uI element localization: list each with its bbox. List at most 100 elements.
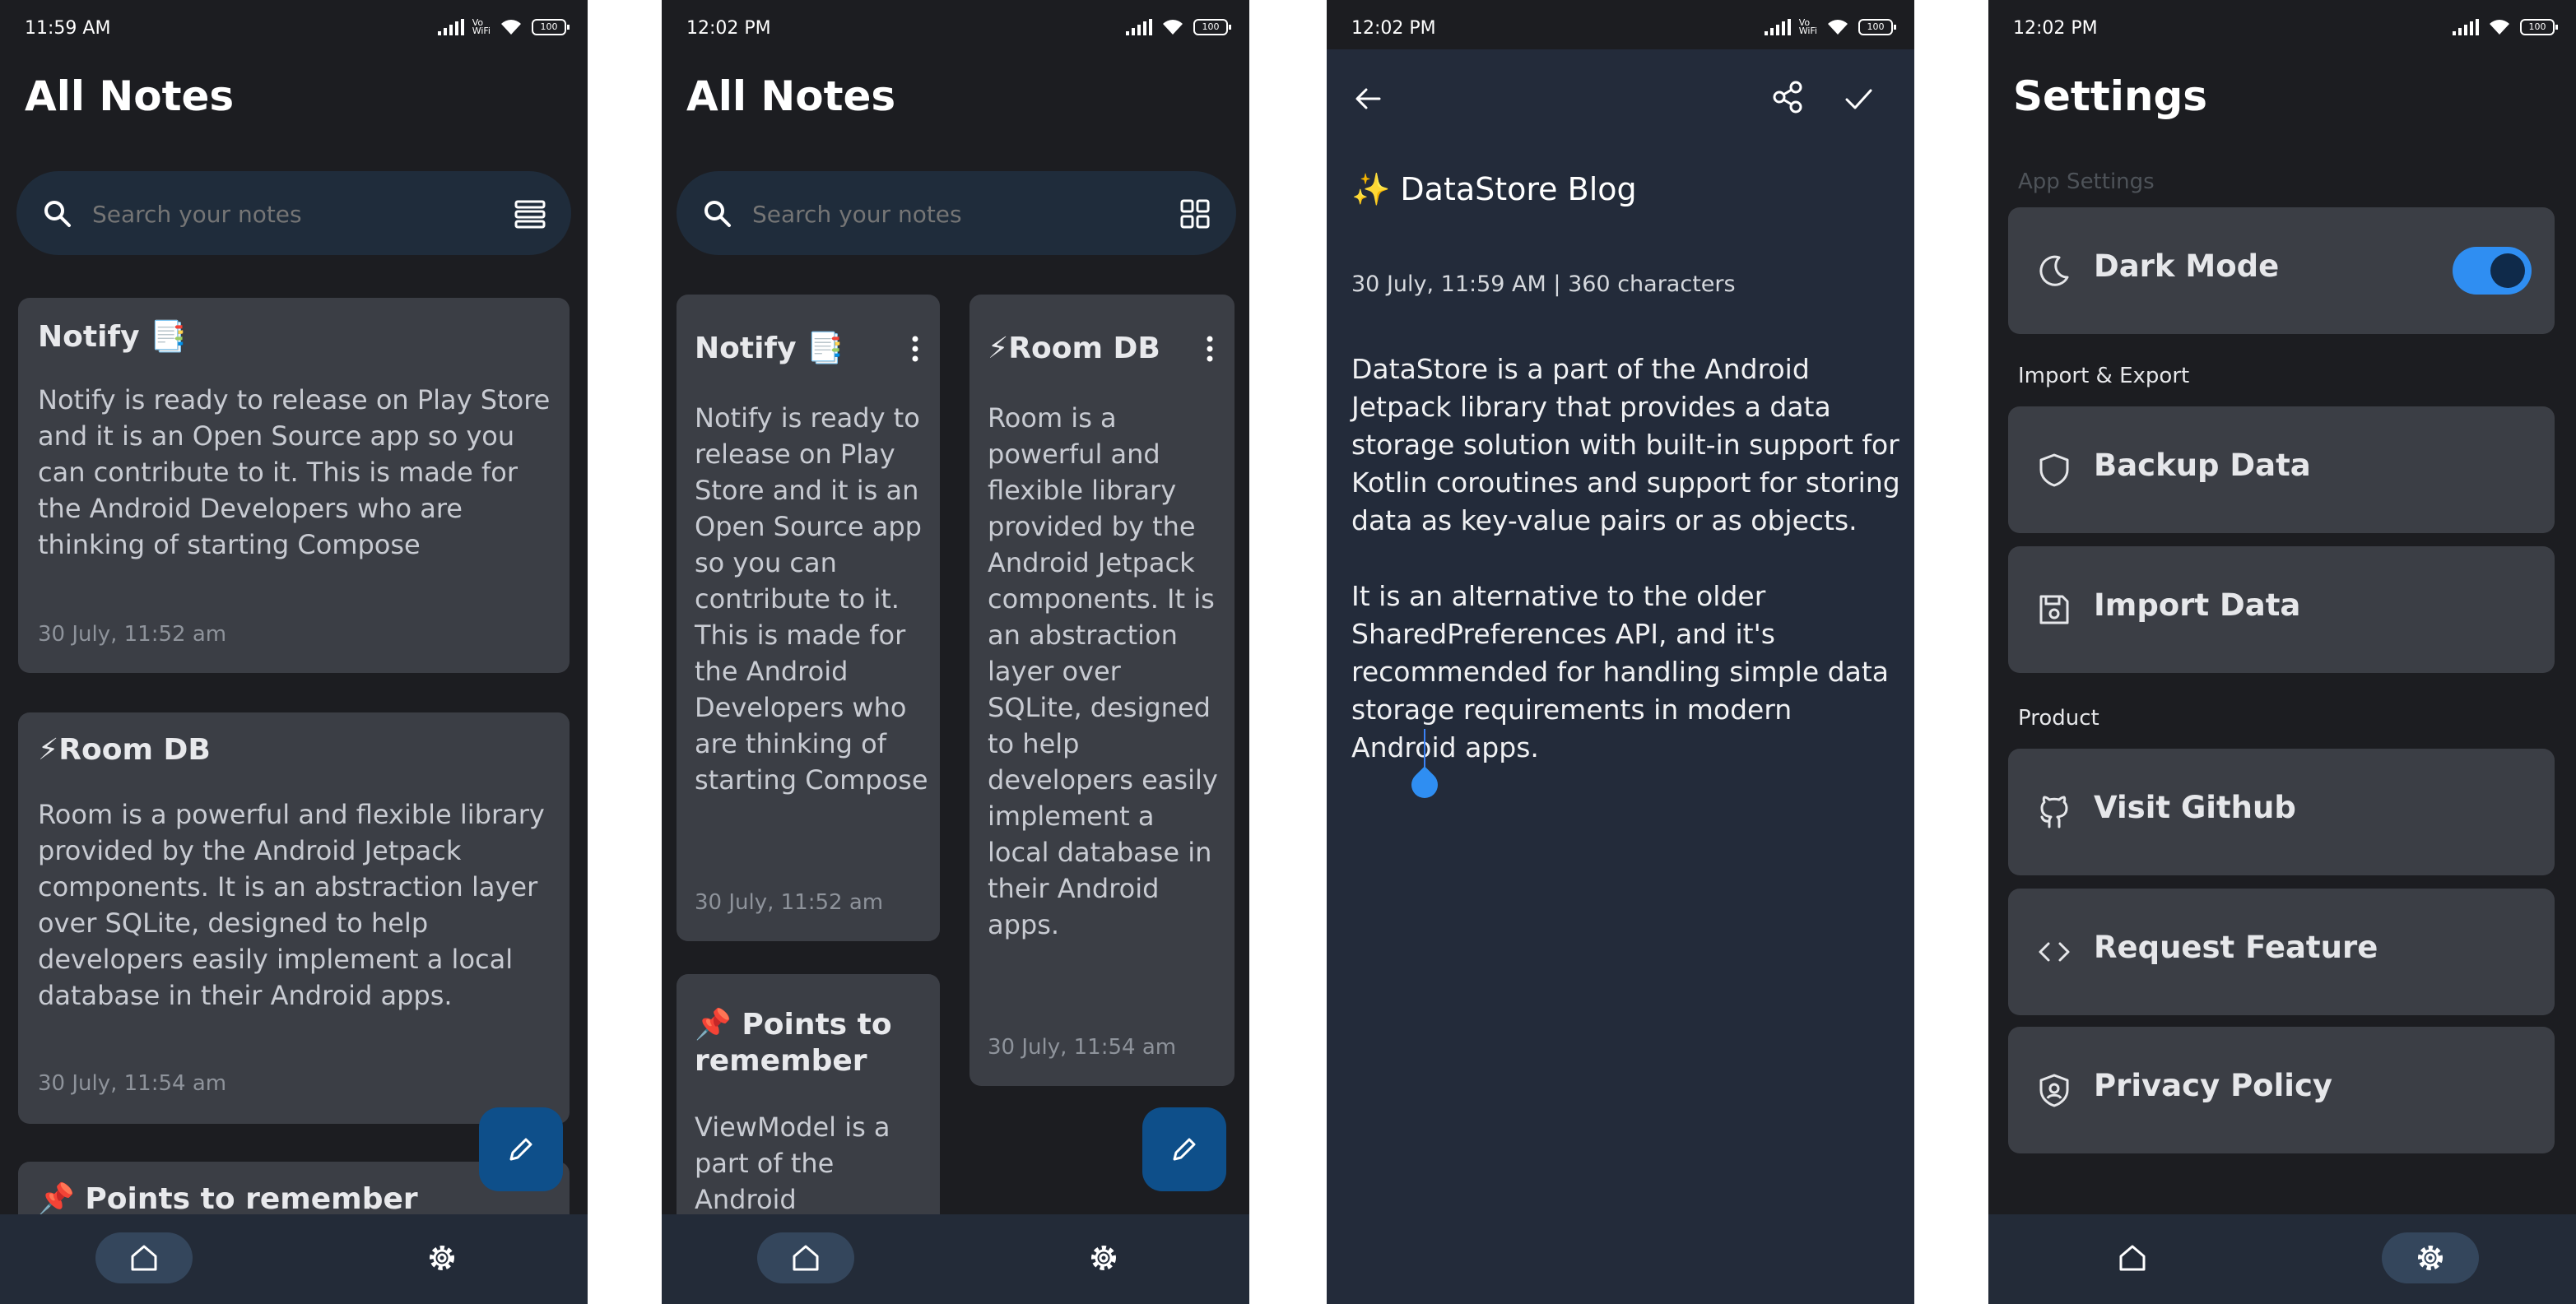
gear-icon [430, 1246, 454, 1270]
vowifi-icon: Vo WiFi [1798, 17, 1817, 36]
github-icon [2040, 796, 2068, 828]
nav-settings[interactable] [2382, 1232, 2479, 1283]
search-input[interactable] [752, 197, 1123, 230]
note-title: 📌 Points to remember [38, 1182, 418, 1216]
backup-data-setting[interactable]: Backup Data [2008, 406, 2555, 533]
signal-icon [2453, 19, 2479, 35]
status-time: 12:02 PM [2013, 18, 2098, 39]
share-icon[interactable] [1769, 79, 1806, 115]
status-time: 11:59 AM [25, 18, 111, 39]
more-vert-icon[interactable] [1200, 334, 1220, 364]
battery-icon: 100 [1193, 19, 1231, 35]
request-feature-setting[interactable]: Request Feature [2008, 889, 2555, 1015]
note-title: 📌 Points to remember [695, 1008, 892, 1078]
more-vert-icon[interactable] [905, 334, 925, 364]
status-icons: 100 [1126, 18, 1231, 36]
status-icons: Vo WiFi 100 [437, 17, 570, 36]
note-date: 30 July, 11:54 am [988, 1035, 1177, 1060]
note-date: 30 July, 11:54 am [38, 1071, 227, 1096]
note-date: 30 July, 11:52 am [38, 622, 227, 647]
note-editor-screen: 12:02 PM Vo WiFi 100 ✨ DataStore Blog 30 … [1327, 0, 1914, 1304]
search-bar[interactable] [677, 171, 1236, 255]
visit-github-setting[interactable]: Visit Github [2008, 749, 2555, 875]
status-bar: 11:59 AM Vo WiFi 100 [0, 0, 588, 49]
moon-icon [2039, 255, 2069, 286]
code-icon [2039, 942, 2070, 962]
vowifi-icon: Vo WiFi [472, 17, 491, 36]
back-arrow-icon[interactable] [1350, 81, 1386, 117]
new-note-button[interactable] [479, 1107, 563, 1191]
battery-icon: 100 [1858, 19, 1896, 35]
nav-settings[interactable] [1055, 1232, 1152, 1283]
signal-icon [437, 19, 464, 35]
note-card[interactable]: ⚡Room DB Room is a powerful and flexible… [18, 712, 570, 1124]
note-title: Notify 📑 [38, 320, 187, 354]
wifi-icon [501, 20, 521, 35]
note-card[interactable]: Notify 📑 Notify is ready to release on P… [18, 298, 570, 673]
search-icon [44, 201, 71, 227]
section-product: Product [2018, 706, 2099, 731]
pencil-icon [1173, 1138, 1196, 1161]
visit-github-label: Visit Github [2094, 790, 2296, 825]
signal-icon [1764, 19, 1791, 35]
notes-list-screen: 11:59 AM VoWiFi 100 All Notes Notify 📑 N… [0, 0, 588, 1304]
wifi-icon [1163, 20, 1183, 35]
note-title: Notify 📑 [695, 332, 844, 365]
section-app-settings: App Settings [2018, 169, 2155, 194]
nav-home[interactable] [2084, 1232, 2181, 1283]
request-feature-label: Request Feature [2094, 930, 2378, 965]
note-card[interactable]: ⚡Room DB Room is a powerful and flexible… [969, 295, 1235, 1086]
note-card[interactable]: Notify 📑 Notify is ready to release on P… [677, 295, 940, 941]
note-title-field[interactable]: ✨ DataStore Blog [1351, 171, 1637, 208]
nav-home[interactable] [757, 1232, 854, 1283]
status-bar: 12:02 PM 100 [662, 0, 1249, 49]
note-body: ViewModel is a part of the Android [695, 1111, 890, 1215]
gear-icon [2418, 1246, 2443, 1270]
status-bar: 12:02 PM Vo WiFi 100 [1327, 0, 1914, 49]
list-view-icon[interactable] [514, 197, 546, 230]
note-title: ⚡Room DB [988, 332, 1160, 365]
nav-home[interactable] [95, 1232, 193, 1283]
toggle-knob [2490, 253, 2525, 288]
note-title: ⚡Room DB [38, 733, 211, 767]
privacy-policy-label: Privacy Policy [2094, 1068, 2333, 1103]
wifi-icon [1828, 20, 1848, 35]
editor-toolbar [1327, 49, 1914, 148]
notes-grid-screen: 12:02 PM 100 All Notes Notify 📑 Notify i… [662, 0, 1249, 1304]
grid-view-icon[interactable] [1179, 197, 1211, 230]
import-data-setting[interactable]: Import Data [2008, 546, 2555, 673]
note-body: Room is a powerful and flexible library … [988, 402, 1218, 940]
note-body: Room is a powerful and flexible library … [38, 799, 545, 1011]
status-time: 12:02 PM [686, 18, 771, 39]
home-icon [2119, 1245, 2146, 1271]
gear-icon [1091, 1246, 1116, 1270]
check-icon[interactable] [1840, 81, 1876, 117]
dark-mode-toggle[interactable] [2453, 247, 2532, 295]
search-bar[interactable] [16, 171, 571, 255]
bottom-nav [1988, 1214, 2576, 1304]
battery-icon: 100 [2520, 19, 2558, 35]
home-icon [131, 1245, 157, 1271]
status-icons: 100 [2453, 18, 2558, 36]
wifi-icon [2490, 20, 2509, 35]
dark-mode-setting[interactable]: Dark Mode [2008, 207, 2555, 334]
page-title: All Notes [686, 72, 896, 120]
status-time: 12:02 PM [1351, 18, 1436, 39]
backup-data-label: Backup Data [2094, 448, 2311, 483]
search-input[interactable] [92, 197, 463, 230]
settings-screen: 12:02 PM 100 Settings App Settings Dark … [1988, 0, 2576, 1304]
search-icon [704, 201, 731, 227]
privacy-shield-icon [2039, 1074, 2069, 1107]
new-note-button[interactable] [1142, 1107, 1226, 1191]
note-body: Notify is ready to release on Play Store… [38, 384, 551, 560]
battery-icon: 100 [532, 19, 570, 35]
privacy-policy-setting[interactable]: Privacy Policy [2008, 1027, 2555, 1153]
import-data-label: Import Data [2094, 587, 2301, 623]
bottom-nav [662, 1214, 1249, 1304]
note-body-field[interactable]: DataStore is a part of the Android Jetpa… [1351, 350, 1903, 767]
save-icon [2039, 595, 2069, 624]
section-import-export: Import & Export [2018, 364, 2190, 388]
nav-settings[interactable] [393, 1232, 491, 1283]
page-title: All Notes [25, 72, 235, 120]
status-bar: 12:02 PM 100 [1988, 0, 2576, 49]
